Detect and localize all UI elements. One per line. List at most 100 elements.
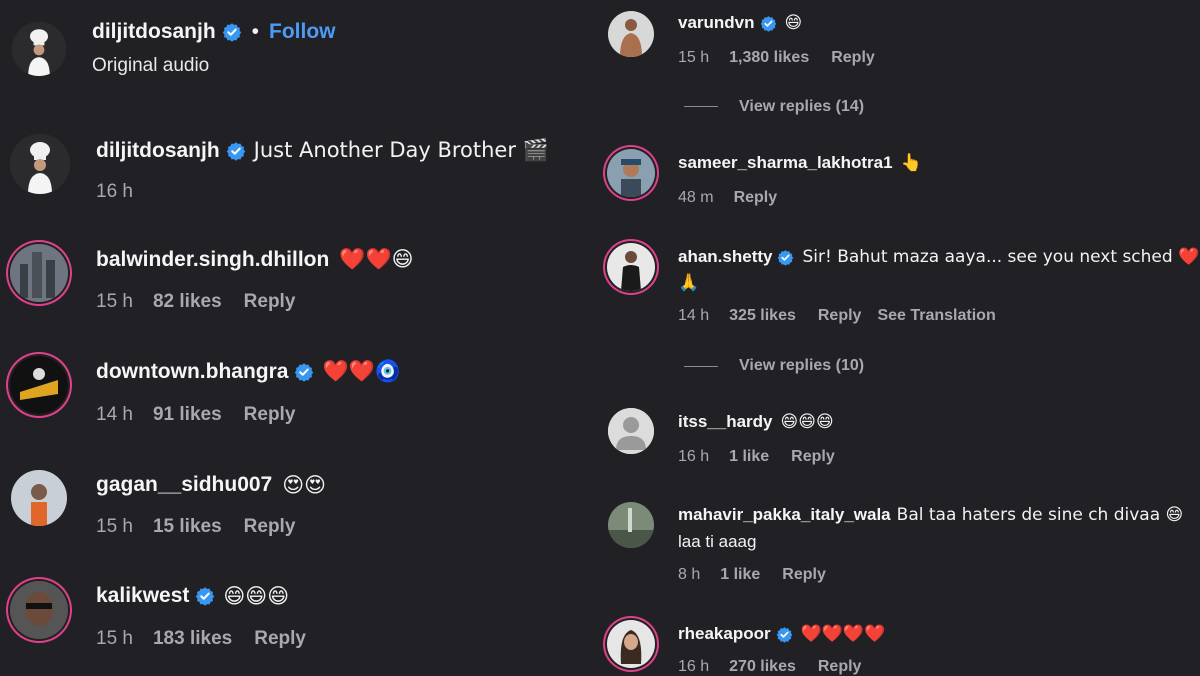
avatar[interactable] <box>10 134 70 194</box>
reply-button[interactable]: Reply <box>818 658 862 676</box>
timestamp: 14 h <box>678 307 710 324</box>
comment-text: 👆 <box>900 153 922 173</box>
reply-button[interactable]: Reply <box>244 404 296 426</box>
likes-count[interactable]: 270 likes <box>729 658 796 676</box>
comment-text: ❤️❤️🧿 <box>322 359 401 383</box>
verified-icon <box>760 15 777 32</box>
avatar[interactable] <box>608 408 654 454</box>
avatar[interactable] <box>607 243 655 291</box>
comment-username[interactable]: gagan__sidhu007 <box>96 473 272 497</box>
verified-icon <box>226 141 246 161</box>
reply-button[interactable]: Reply <box>254 628 306 650</box>
comment-text-continued: 🙏 <box>678 273 700 293</box>
timestamp: 15 h <box>96 516 133 537</box>
see-translation-button[interactable]: See Translation <box>877 307 995 325</box>
comment-username[interactable]: mahavir_pakka_italy_wala <box>678 505 891 525</box>
timestamp: 8 h <box>678 566 701 583</box>
likes-count[interactable]: 91 likes <box>153 404 222 426</box>
comment-line: ahan.shetty Sir! Bahut maza aaya... see … <box>678 247 1199 267</box>
comment-meta: 15 h 15 likes Reply <box>96 516 317 538</box>
likes-count[interactable]: 1,380 likes <box>729 49 809 67</box>
comment-username[interactable]: itss__hardy <box>678 412 773 432</box>
person-avatar-icon <box>607 243 655 291</box>
avatar[interactable] <box>10 244 68 302</box>
comment-username[interactable]: sameer_sharma_lakhotra1 <box>678 153 893 173</box>
comment-line: sameer_sharma_lakhotra1 👆 <box>678 153 922 173</box>
avatar[interactable] <box>608 11 654 57</box>
comment-text: Sir! Bahut maza aaya... see you next sch… <box>802 247 1200 267</box>
header-line: diljitdosanjh • Follow <box>92 20 336 44</box>
reply-button[interactable]: Reply <box>244 516 296 538</box>
timestamp: 16 h <box>96 181 133 202</box>
reply-button[interactable]: Reply <box>831 49 875 67</box>
reply-button[interactable]: Reply <box>734 189 778 207</box>
header-username[interactable]: diljitdosanjh <box>92 20 216 44</box>
comment-username[interactable]: downtown.bhangra <box>96 360 288 384</box>
reply-button[interactable]: Reply <box>818 307 862 325</box>
landscape-avatar-icon <box>608 502 654 548</box>
comment-meta: 14 h 91 likes Reply <box>96 404 317 426</box>
likes-count[interactable]: 183 likes <box>153 628 232 650</box>
divider <box>684 106 718 107</box>
person-avatar-icon <box>607 149 655 197</box>
caption-username[interactable]: diljitdosanjh <box>96 139 220 163</box>
comment-text: Bal taa haters de sine ch divaa 😄 <box>896 505 1184 525</box>
likes-count[interactable]: 325 likes <box>729 307 796 325</box>
view-replies-button[interactable]: View replies (14) <box>739 98 864 116</box>
avatar[interactable] <box>10 356 68 414</box>
comment-line: downtown.bhangra ❤️❤️🧿 <box>96 359 401 384</box>
timestamp: 15 h <box>678 49 710 66</box>
verified-icon <box>222 22 242 42</box>
comment-line: varundvn 😄 <box>678 13 802 33</box>
likes-count[interactable]: 82 likes <box>153 291 222 313</box>
comment-line: gagan__sidhu007 😍😍 <box>96 473 326 497</box>
comment-meta: 15 h 82 likes Reply <box>96 291 317 313</box>
comment-meta: 15 h 1,380 likes Reply <box>678 49 897 67</box>
timestamp: 14 h <box>96 404 133 425</box>
avatar[interactable] <box>12 22 66 76</box>
comment-meta: 14 h 325 likes Reply See Translation <box>678 307 1018 325</box>
reply-button[interactable]: Reply <box>244 291 296 313</box>
comment-username[interactable]: kalikwest <box>96 584 189 608</box>
timestamp: 48 m <box>678 189 714 206</box>
avatar[interactable] <box>10 581 68 639</box>
avatar[interactable] <box>608 502 654 548</box>
comment-username[interactable]: varundvn <box>678 13 755 33</box>
logo-avatar-icon <box>10 356 68 414</box>
person-avatar-icon <box>10 581 68 639</box>
view-replies-button[interactable]: View replies (10) <box>739 357 864 375</box>
building-avatar-icon <box>10 244 68 302</box>
avatar[interactable] <box>607 149 655 197</box>
comment-text-continued: laa ti aaag <box>678 532 757 551</box>
avatar[interactable] <box>11 470 67 526</box>
default-user-icon <box>608 408 654 454</box>
timestamp: 16 h <box>678 658 710 675</box>
avatar[interactable] <box>607 620 655 668</box>
comment-username[interactable]: ahan.shetty <box>678 247 772 267</box>
timestamp: 16 h <box>678 448 710 465</box>
likes-count[interactable]: 15 likes <box>153 516 222 538</box>
person-avatar-icon <box>607 620 655 668</box>
person-avatar-icon <box>608 11 654 57</box>
comment-meta: 16 h 1 like Reply <box>678 448 857 466</box>
comment-meta: 16 h 270 likes Reply <box>678 658 883 676</box>
audio-label[interactable]: Original audio <box>92 55 209 77</box>
comment-username[interactable]: balwinder.singh.dhillon <box>96 248 329 272</box>
likes-count[interactable]: 1 like <box>729 448 769 466</box>
comment-username[interactable]: rheakapoor <box>678 624 771 644</box>
comment-text: 😍😍 <box>282 473 327 497</box>
comment-meta: 48 m Reply <box>678 189 799 207</box>
separator: • <box>251 20 260 43</box>
reply-button[interactable]: Reply <box>791 448 835 466</box>
verified-icon <box>776 626 793 643</box>
comment-text: ❤️❤️😄 <box>339 247 414 271</box>
reply-button[interactable]: Reply <box>782 566 826 584</box>
verified-icon <box>195 586 215 606</box>
comment-line: rheakapoor ❤️❤️❤️❤️ <box>678 624 885 644</box>
caption-meta: 16 h <box>96 181 153 203</box>
likes-count[interactable]: 1 like <box>720 566 760 584</box>
verified-icon <box>294 362 314 382</box>
person-avatar-icon <box>11 470 67 526</box>
comment-line: itss__hardy 😄😄😄 <box>678 412 834 432</box>
follow-button[interactable]: Follow <box>269 20 336 44</box>
